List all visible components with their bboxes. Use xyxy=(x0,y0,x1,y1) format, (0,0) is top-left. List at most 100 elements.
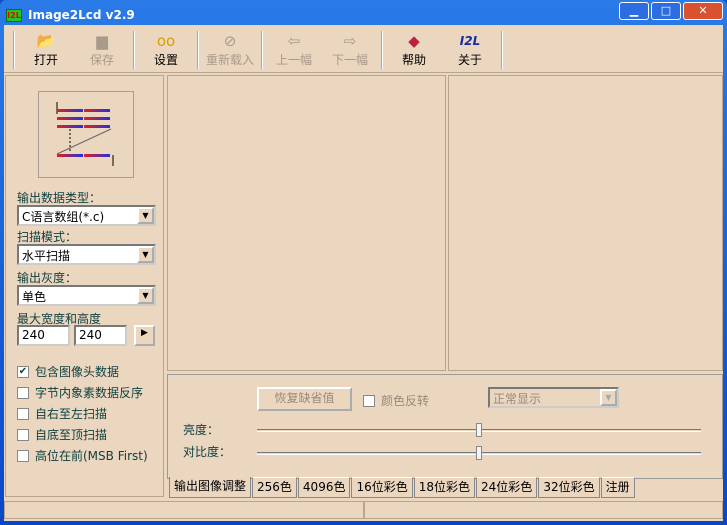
include-header-checkbox[interactable]: ✔ 包含图像头数据 xyxy=(17,363,119,380)
reload-icon: ⊘ xyxy=(223,32,237,50)
chevron-down-icon[interactable]: ▼ xyxy=(137,287,154,304)
save-button[interactable]: ▆ 保存 xyxy=(74,29,130,71)
separator xyxy=(13,30,15,69)
chevron-down-icon[interactable]: ▼ xyxy=(600,389,617,406)
output-type-label: 输出数据类型： xyxy=(17,191,102,205)
checkbox-icon xyxy=(17,386,29,399)
play-arrow-icon: ▶ xyxy=(141,328,148,338)
max-height-input[interactable]: 240 xyxy=(74,325,127,346)
max-width-input[interactable]: 240 xyxy=(17,325,70,346)
next-label: 下一幅 xyxy=(331,53,368,67)
checkbox-label: 包含图像头数据 xyxy=(35,365,120,379)
checkbox-label: 颜色反转 xyxy=(381,394,430,408)
brightness-label: 亮度： xyxy=(183,423,220,437)
open-button[interactable]: 📂 打开 xyxy=(18,29,74,71)
save-label: 保存 xyxy=(89,53,114,67)
checkbox-label: 字节内象素数据反序 xyxy=(35,386,144,400)
help-book-icon: ◆ xyxy=(408,32,420,50)
open-label: 打开 xyxy=(33,53,58,67)
status-bar xyxy=(4,501,723,520)
checkbox-icon xyxy=(17,407,29,420)
output-type-value: C语言数组(*.c) xyxy=(22,210,105,224)
glasses-icon: oo xyxy=(156,32,176,50)
status-pane xyxy=(4,501,364,519)
right-to-left-checkbox[interactable]: 自右至左扫描 xyxy=(17,405,107,422)
prev-button[interactable]: ⇦ 上一幅 xyxy=(266,29,322,71)
settings-label: 设置 xyxy=(153,53,178,67)
slider-thumb[interactable] xyxy=(476,446,482,460)
settings-panel: 输出数据类型： C语言数组(*.c) ▼ 扫描模式： 水平扫描 ▼ 输出灰度： 单色… xyxy=(5,75,164,497)
source-image-pane xyxy=(167,75,446,371)
gray-value: 单色 xyxy=(22,290,47,304)
scan-mode-value: 水平扫描 xyxy=(22,249,71,263)
minimize-button[interactable]: ▁ xyxy=(619,2,649,20)
maximize-button[interactable]: □ xyxy=(651,2,681,20)
msb-first-checkbox[interactable]: 高位在前(MSB First) xyxy=(17,447,148,464)
open-folder-icon: 📂 xyxy=(36,32,56,50)
reload-button[interactable]: ⊘ 重新载入 xyxy=(202,29,258,71)
checkbox-label: 自右至左扫描 xyxy=(35,407,108,421)
save-icon: ▆ xyxy=(96,32,108,50)
tab-1[interactable]: 256色 xyxy=(252,477,297,498)
status-pane xyxy=(364,501,723,519)
scan-preview-image xyxy=(38,91,134,178)
display-mode-value: 正常显示 xyxy=(493,392,542,406)
client-area: 📂 打开 ▆ 保存 oo 设置 ⊘ 重新载入 ⇦ 上一幅 ⇨ 下一幅 ◆ 帮助 I2L 关于 输… xyxy=(4,25,723,521)
invert-color-checkbox[interactable]: 颜色反转 xyxy=(363,392,429,409)
separator xyxy=(197,30,199,69)
chevron-down-icon[interactable]: ▼ xyxy=(137,207,154,224)
checkbox-icon xyxy=(363,394,375,407)
contrast-label: 对比度： xyxy=(183,445,232,459)
reverse-bits-checkbox[interactable]: 字节内象素数据反序 xyxy=(17,384,143,401)
contrast-slider[interactable] xyxy=(257,446,701,460)
tab-bar: 输出图像调整 256色 4096色 16位彩色 18位彩色 24位彩色 32位彩色 注册 xyxy=(169,477,636,498)
checkbox-icon xyxy=(17,428,29,441)
title-bar: I2L Image2Lcd v2.9 xyxy=(6,5,135,25)
tab-3[interactable]: 16位彩色 xyxy=(351,477,413,498)
separator xyxy=(381,30,383,69)
scan-mode-select[interactable]: 水平扫描 ▼ xyxy=(17,244,156,265)
app-logo-icon: I2L xyxy=(6,8,22,22)
next-arrow-icon: ⇨ xyxy=(343,32,357,50)
gray-label: 输出灰度： xyxy=(17,271,78,285)
tab-0[interactable]: 输出图像调整 xyxy=(169,477,252,498)
display-mode-select[interactable]: 正常显示 ▼ xyxy=(488,387,619,408)
apply-size-button[interactable]: ▶ xyxy=(134,325,155,346)
output-image-pane xyxy=(448,75,723,371)
brightness-slider[interactable] xyxy=(257,423,701,437)
next-button[interactable]: ⇨ 下一幅 xyxy=(322,29,378,71)
output-type-select[interactable]: C语言数组(*.c) ▼ xyxy=(17,205,156,226)
chevron-down-icon[interactable]: ▼ xyxy=(137,246,154,263)
about-label: 关于 xyxy=(457,53,482,67)
reload-label: 重新载入 xyxy=(205,53,254,67)
prev-arrow-icon: ⇦ xyxy=(287,32,301,50)
separator xyxy=(501,30,503,69)
checkbox-checked-icon: ✔ xyxy=(17,365,29,378)
tab-4[interactable]: 18位彩色 xyxy=(413,477,476,498)
checkbox-icon xyxy=(17,449,29,462)
settings-button[interactable]: oo 设置 xyxy=(138,29,194,71)
help-label: 帮助 xyxy=(401,53,426,67)
tab-6[interactable]: 32位彩色 xyxy=(538,477,600,498)
app-window: I2L Image2Lcd v2.9 ▁ □ ✕ 📂 打开 ▆ 保存 oo 设置 ⊘ 重… xyxy=(0,0,727,525)
help-button[interactable]: ◆ 帮助 xyxy=(386,29,442,71)
bottom-to-top-checkbox[interactable]: 自底至顶扫描 xyxy=(17,426,107,443)
tab-5[interactable]: 24位彩色 xyxy=(476,477,538,498)
window-title: Image2Lcd v2.9 xyxy=(28,8,135,22)
separator xyxy=(261,30,263,69)
separator xyxy=(133,30,135,69)
about-button[interactable]: I2L 关于 xyxy=(442,29,498,71)
adjust-panel: 恢复缺省值 颜色反转 正常显示 ▼ 亮度： 对比度： xyxy=(167,374,723,479)
tab-7[interactable]: 注册 xyxy=(600,477,635,498)
about-i2l-icon: I2L xyxy=(459,34,481,48)
gray-select[interactable]: 单色 ▼ xyxy=(17,285,156,306)
tab-2[interactable]: 4096色 xyxy=(297,477,351,498)
reset-defaults-button[interactable]: 恢复缺省值 xyxy=(257,387,352,411)
scan-mode-label: 扫描模式： xyxy=(17,230,78,244)
toolbar: 📂 打开 ▆ 保存 oo 设置 ⊘ 重新载入 ⇦ 上一幅 ⇨ 下一幅 ◆ 帮助 I2L 关于 xyxy=(4,27,723,73)
checkbox-label: 高位在前(MSB First) xyxy=(35,449,148,463)
prev-label: 上一幅 xyxy=(275,53,312,67)
checkbox-label: 自底至顶扫描 xyxy=(35,428,108,442)
close-button[interactable]: ✕ xyxy=(683,2,723,20)
slider-thumb[interactable] xyxy=(476,423,482,437)
